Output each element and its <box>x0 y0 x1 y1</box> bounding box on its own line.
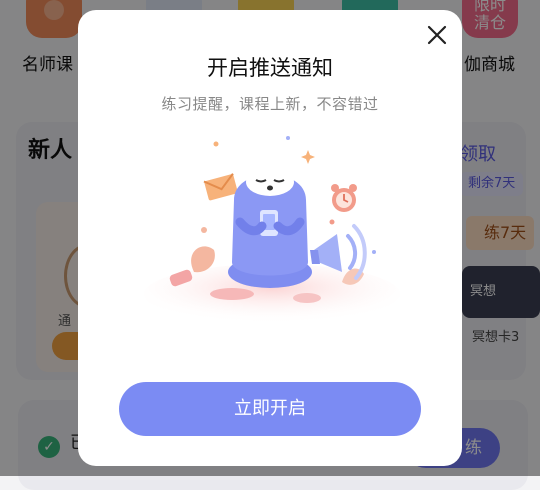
push-notification-dialog: 开启推送通知 练习提醒，课程上新，不容错过 立即开启 <box>78 10 462 466</box>
enable-notifications-button[interactable]: 立即开启 <box>119 382 421 436</box>
dialog-subtitle: 练习提醒，课程上新，不容错过 <box>161 95 379 113</box>
close-icon[interactable] <box>426 24 448 46</box>
sloth-illustration <box>144 136 400 322</box>
dialog-title: 开启推送通知 <box>207 56 333 80</box>
